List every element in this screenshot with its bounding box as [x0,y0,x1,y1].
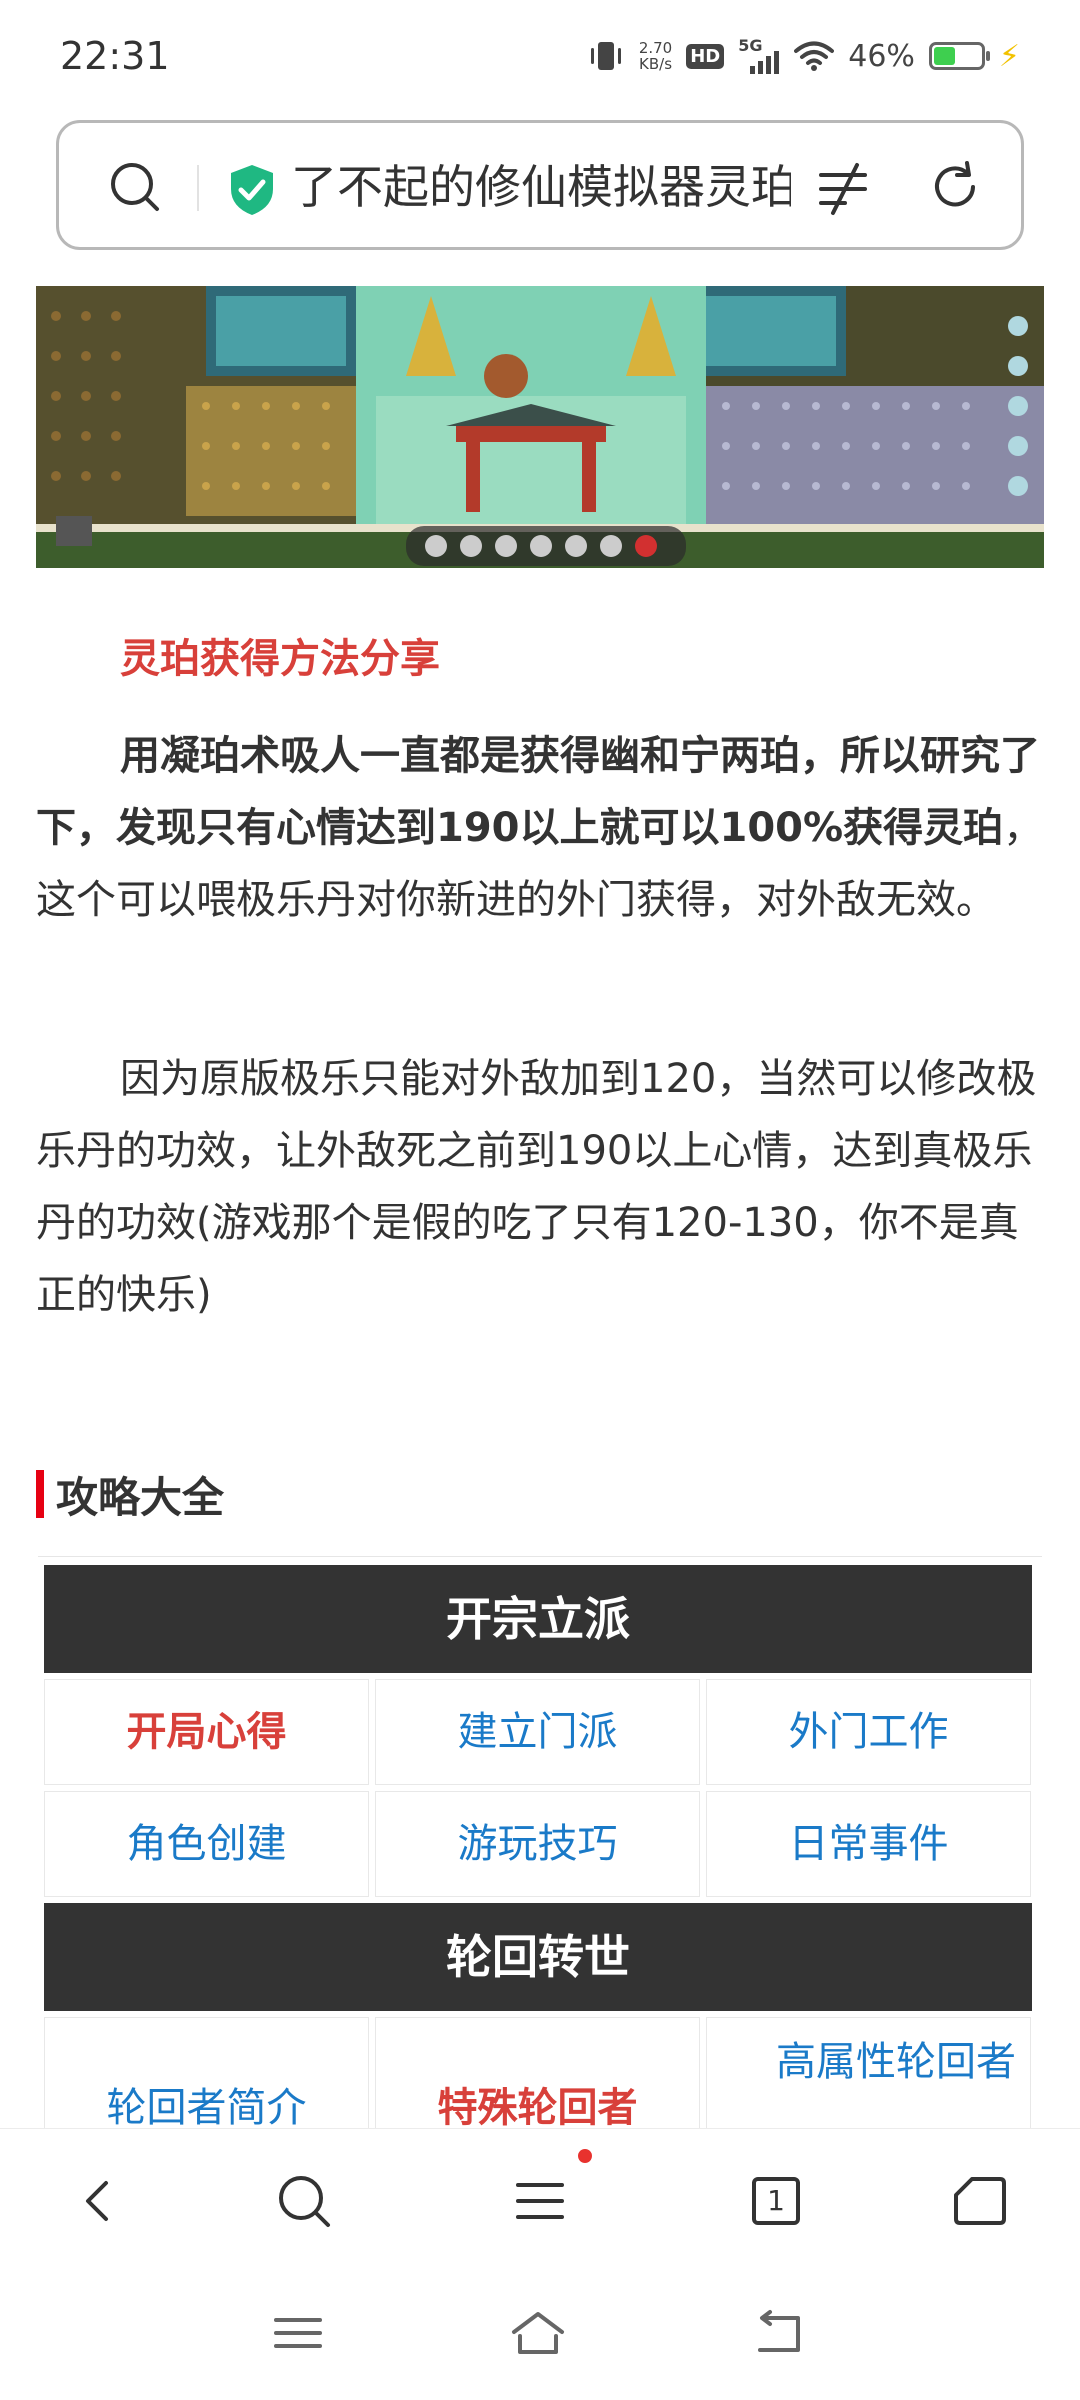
battery-percent: 46% [848,38,915,74]
category-header-2: 轮回转世 [44,1903,1032,2011]
network-speed: 2.70 KB/s [639,40,672,72]
guide-link-reincarnator-intro[interactable]: 轮回者简介 [44,2017,369,2128]
guide-row: 角色创建 游玩技巧 日常事件 [44,1791,1036,1897]
paragraph-1-bold: 用凝珀术吸人一直都是获得幽和宁两珀，所以研究了下，发现只有心情达到190以上就可… [36,733,1040,851]
game-screenshot-image [36,286,1044,568]
menu-icon[interactable] [508,2169,572,2233]
guide-link-high-attribute-reincarnator[interactable]: 高属性轮回者 [706,2017,1031,2128]
sys-back-icon[interactable] [752,2308,808,2358]
vibrate-icon [590,42,621,70]
notification-dot [578,2149,592,2163]
network-speed-unit: KB/s [639,55,673,73]
guide-heading-text: 攻略大全 [56,1472,225,1522]
battery-icon [928,42,990,70]
home-icon[interactable] [948,2169,1012,2233]
page-content[interactable]: 灵珀获得方法分享 用凝珀术吸人一直都是获得幽和宁两珀，所以研究了下，发现只有心情… [0,286,1080,2128]
guide-link-daily-events[interactable]: 日常事件 [706,1791,1031,1897]
guide-link-build-sect[interactable]: 建立门派 [375,1679,700,1785]
status-bar: 22:31 2.70 KB/s HD 5G 46% ⚡ [0,0,1080,110]
tab-count: 1 [752,2177,800,2225]
battery-level [933,47,956,65]
status-time: 22:31 [60,34,170,78]
filter-icon[interactable] [815,161,871,217]
charging-icon: ⚡ [998,38,1020,74]
hd-badge: HD [686,43,725,69]
guide-row: 开局心得 建立门派 外门工作 [44,1679,1036,1785]
back-icon[interactable] [68,2169,132,2233]
recents-icon[interactable] [270,2308,326,2358]
system-nav-bar [0,2268,1080,2400]
address-bar[interactable]: 了不起的修仙模拟器灵珀 [56,120,1024,250]
heading-accent-bar [36,1470,44,1518]
shield-check-icon [231,165,273,215]
reload-icon[interactable] [927,159,983,215]
address-divider [197,165,199,211]
search-icon[interactable] [272,2169,336,2233]
address-title[interactable]: 了不起的修仙模拟器灵珀 [291,153,791,221]
search-icon[interactable] [107,159,163,215]
article-paragraph-1: 用凝珀术吸人一直都是获得幽和宁两珀，所以研究了下，发现只有心情达到190以上就可… [36,720,1044,936]
article-subtitle: 灵珀获得方法分享 [120,636,440,682]
signal-bars [750,51,780,74]
wifi-icon [794,41,835,71]
guide-link-special-reincarnator[interactable]: 特殊轮回者 [375,2017,700,2128]
article-paragraph-2: 因为原版极乐只能对外敌加到120，当然可以修改极乐丹的功效，让外敌死之前到190… [36,1056,1037,1318]
guide-link-play-tips[interactable]: 游玩技巧 [375,1791,700,1897]
browser-bottom-nav: 1 [0,2128,1080,2268]
guide-table: 开宗立派 开局心得 建立门派 外门工作 角色创建 游玩技巧 日常事件 轮回转世 … [38,1556,1042,2128]
guide-link-character-creation[interactable]: 角色创建 [44,1791,369,1897]
category-header-1: 开宗立派 [44,1565,1032,1673]
status-icons: 2.70 KB/s HD 5G 46% ⚡ [587,36,1020,76]
network-speed-value: 2.70 [638,39,673,57]
sys-home-icon[interactable] [510,2308,566,2358]
signal-5g-icon: 5G [738,36,780,74]
guide-link-opening-tips[interactable]: 开局心得 [44,1679,369,1785]
tabs-icon[interactable]: 1 [744,2169,808,2233]
guide-heading: 攻略大全 [36,1466,224,1522]
guide-row: 轮回者简介 特殊轮回者 高属性轮回者 [44,2017,1036,2128]
guide-link-outer-work[interactable]: 外门工作 [706,1679,1031,1785]
